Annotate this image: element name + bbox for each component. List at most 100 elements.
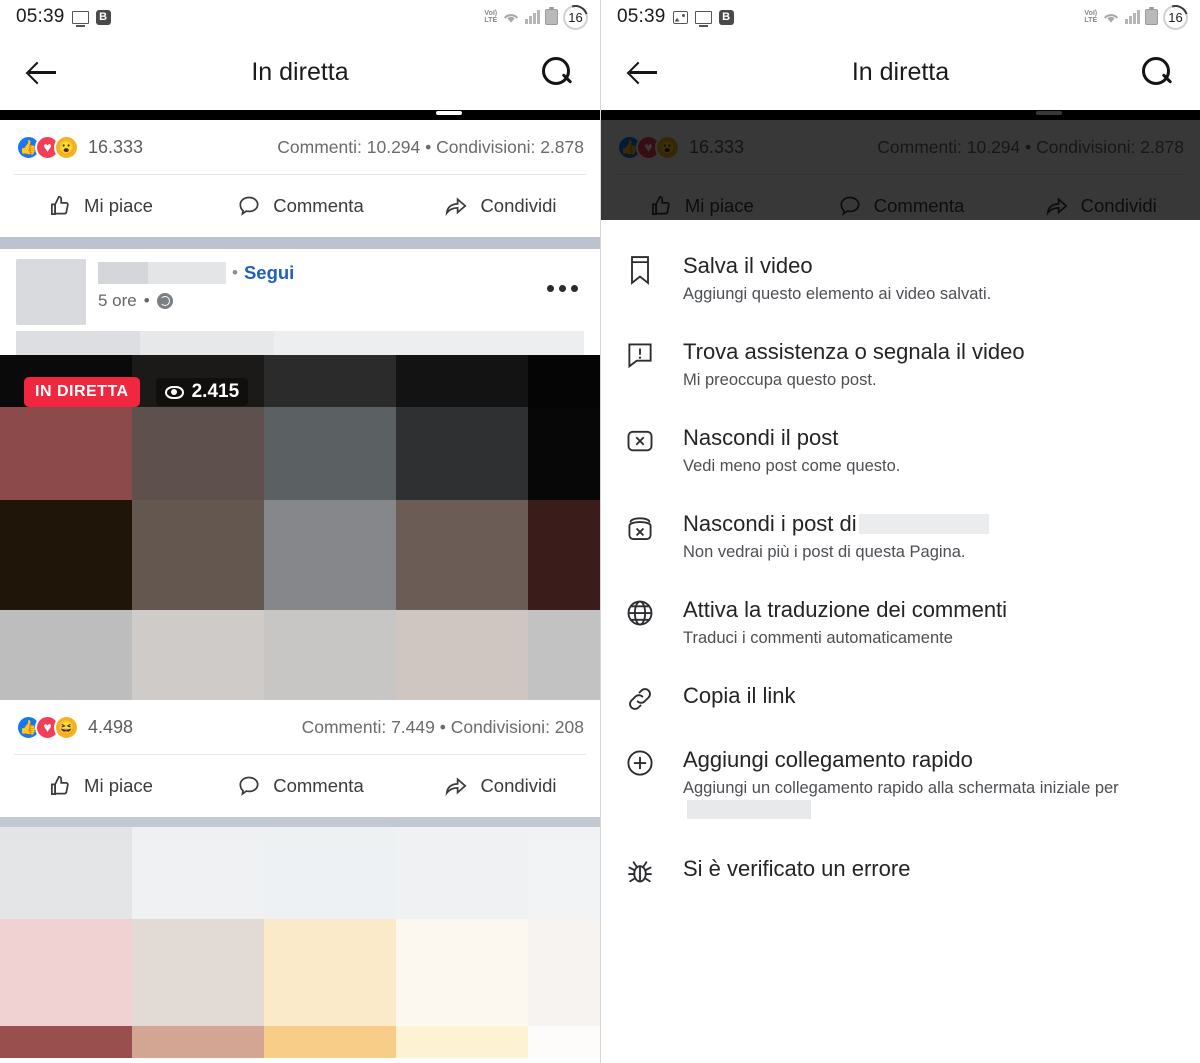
comment-bubble-icon [837,193,863,219]
share-button[interactable]: Condividi [400,193,600,219]
eye-icon [164,385,184,399]
overflow-menu-icon[interactable] [547,285,578,292]
thumbs-up-icon [648,193,674,219]
pixel-tile [132,610,264,700]
status-bar-time: 05:39 [617,6,666,27]
pixel-tile [132,406,264,500]
status-bar-left: 05:39 B VoI) LTE 16 [0,0,600,34]
menu-item-add-shortcut[interactable]: Aggiungi collegamento rapido Aggiungi un … [601,730,1200,839]
battery-percent-badge: 16 [1163,4,1188,30]
share-button[interactable]: Condividi [400,773,600,799]
menu-item-subtitle: Traduci i commenti automaticamente [683,629,953,647]
menu-item-error[interactable]: Si è verificato un errore [601,839,1200,903]
signal-bars-icon [525,10,540,24]
menu-item-subtitle: Vedi meno post come questo. [683,457,901,475]
menu-item-title: Aggiungi collegamento rapido [683,747,973,772]
separator-dot: • [232,263,238,282]
post-timestamp: 5 ore [98,291,137,310]
battery-percent-badge: 16 [563,4,588,30]
menu-item-subtitle: Aggiungi questo elemento ai video salvat… [683,285,992,303]
menu-item-hide-all-posts[interactable]: Nascondi i post di Non vedrai più i post … [601,494,1200,580]
pixel-tile [528,406,600,500]
post-caption-redacted [16,331,584,355]
battery-icon [545,6,558,25]
status-bar-right: 05:39 B VoI) LTE 16 [601,0,1200,34]
like-button-label: Mi piace [84,775,153,796]
menu-item-title: Nascondi i post di [683,510,1179,538]
comments-shares-meta[interactable]: Commenti: 10.294 • Condivisioni: 2.878 [277,137,584,158]
comments-shares-meta: Commenti: 10.294 • Condivisioni: 2.878 [877,136,1184,157]
comment-bubble-icon [236,773,262,799]
bookmark-icon [625,252,671,286]
status-bar-time: 05:39 [16,6,65,27]
comment-button-label: Commenta [273,775,364,796]
share-button-label: Condividi [480,195,557,216]
post-header: • Segui 5 ore • [0,249,600,325]
pixel-tile [264,610,396,700]
wifi-icon [502,10,520,24]
avatar[interactable] [16,259,86,325]
pixel-tile [264,406,396,500]
live-video-thumbnail[interactable]: IN DIRETTA 2.415 [0,355,600,700]
bold-b-icon: B [718,9,734,25]
menu-item-text: Nascondi il post Vedi meno post come ques… [671,424,1179,478]
reaction-bubbles: 👍 ♥ 😮 [16,134,79,160]
reactions-row-post2: 👍 ♥ 😆 4.498 Commenti: 7.449 • Condivisio… [0,700,600,754]
menu-item-save-video[interactable]: Salva il video Aggiungi questo elemento a… [601,236,1200,322]
back-arrow-icon[interactable] [26,55,60,89]
like-button[interactable]: Mi piace [0,773,200,799]
share-arrow-icon [443,773,469,799]
pixel-tile [132,827,264,841]
comment-button[interactable]: Commenta [200,193,400,219]
page-title: In diretta [251,57,349,86]
menu-item-report-video[interactable]: Trova assistenza o segnala il video Mi pr… [601,322,1200,408]
share-button-label: Condividi [1080,195,1157,216]
bug-icon [625,855,671,887]
pixel-tile [396,840,528,920]
menu-item-copy-link[interactable]: Copia il link [601,666,1200,730]
author-name-redacted-a [98,262,148,284]
menu-item-text: Si è verificato un errore [671,855,1179,883]
like-button[interactable]: Mi piace [0,193,200,219]
like-button-label: Mi piace [684,195,754,216]
pixel-tile [528,827,600,841]
menu-item-hide-post[interactable]: Nascondi il post Vedi meno post come ques… [601,408,1200,494]
reaction-count: 16.333 [689,136,745,157]
hide-x-box-icon [625,424,671,456]
menu-item-subtitle: Aggiungi un collegamento rapido alla sch… [683,777,1179,823]
author-name-redacted-b [148,262,226,284]
search-icon[interactable] [540,55,574,89]
comment-button-label: Commenta [873,195,965,216]
pixel-tile [528,919,600,1026]
action-row-post2: Mi piace Commenta Condividi [0,755,600,817]
menu-item-title: Salva il video [683,253,813,278]
reaction-count[interactable]: 16.333 [88,137,143,158]
pixel-tile [0,840,132,920]
right-panel-menu: 05:39 B VoI) LTE 16 In diretta 👍 ♥ 😮 16.… [600,0,1200,1063]
live-badge: IN DIRETTA [24,377,140,407]
back-arrow-icon[interactable] [627,55,661,89]
pixel-tile [396,355,528,407]
menu-item-text: Copia il link [671,682,1179,710]
comment-button[interactable]: Commenta [200,773,400,799]
wow-reaction-icon: 😮 [54,134,79,160]
comment-button-label: Commenta [273,195,364,216]
reaction-count[interactable]: 4.498 [88,717,133,738]
comments-shares-meta[interactable]: Commenti: 7.449 • Condivisioni: 208 [302,717,584,738]
search-icon[interactable] [1140,55,1174,89]
menu-item-translate-comments[interactable]: Attiva la traduzione dei commenti Traduci… [601,580,1200,666]
follow-link[interactable]: Segui [244,262,294,284]
pixel-tile [0,610,132,700]
next-post-photo[interactable] [0,827,600,1058]
menu-item-title: Attiva la traduzione dei commenti [683,597,1008,622]
dual-screenshot: 05:39 B VoI) LTE 16 In diretta 👍 ♥ 😮 16.… [0,0,1200,1063]
pixel-tile [0,406,132,500]
thumbs-up-icon [47,193,73,219]
separator-dot: • [143,291,150,310]
monitor-icon [71,10,89,27]
pixel-tile [264,919,396,1026]
battery-icon [1145,6,1158,25]
reactions-row-post1-dimmed: 👍 ♥ 😮 16.333 Commenti: 10.294 • Condivis… [601,120,1200,174]
pixel-tile [0,499,132,611]
report-bubble-icon [625,338,671,370]
